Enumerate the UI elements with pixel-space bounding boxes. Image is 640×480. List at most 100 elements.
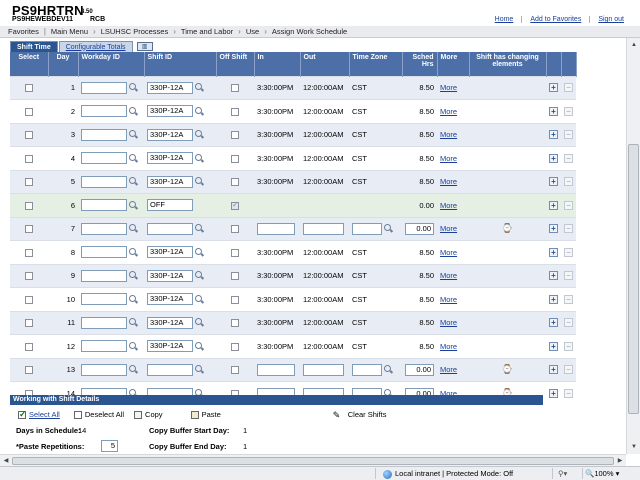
delete-row-icon[interactable]: − [564,83,573,93]
row-select-checkbox[interactable] [25,248,33,257]
scroll-down-icon[interactable]: ▼ [629,442,639,452]
deselect-all-label[interactable]: Deselect All [85,410,124,419]
shift-id-input[interactable] [147,363,193,376]
lookup-icon[interactable] [384,224,393,233]
delete-row-icon[interactable]: − [564,247,573,257]
row-select-checkbox[interactable] [25,272,33,281]
shift-id-input[interactable] [147,222,193,235]
delete-row-icon[interactable]: − [564,271,573,281]
off-shift-checkbox[interactable] [231,200,239,210]
select-all-button[interactable]: Select All [18,409,60,420]
lookup-icon[interactable] [129,365,138,374]
delete-row-icon[interactable]: − [564,294,573,304]
workday-id-input[interactable] [81,175,127,188]
off-shift-checkbox[interactable] [231,131,239,140]
clock-icon[interactable]: ⌚ [502,223,513,234]
lookup-icon[interactable] [195,365,204,374]
add-row-icon[interactable]: + [549,153,558,163]
row-select-checkbox[interactable] [25,225,33,234]
select-all-label[interactable]: Select All [29,410,60,419]
lookup-icon[interactable] [129,130,138,139]
lookup-icon[interactable] [129,177,138,186]
off-shift-checkbox[interactable] [231,272,239,281]
sign-out-link[interactable]: Sign out [589,16,632,23]
more-link[interactable]: More [440,295,457,304]
shift-id-input[interactable]: 330P-12A [147,293,193,306]
more-link[interactable]: More [440,83,457,92]
row-select-checkbox[interactable] [25,342,33,351]
row-select-checkbox[interactable] [25,107,33,116]
add-to-favorites-link[interactable]: Add to Favorites [521,16,589,23]
add-row-icon[interactable]: + [549,294,558,304]
delete-row-icon[interactable]: − [564,224,573,234]
clear-shifts-button[interactable]: ✎ Clear Shifts [333,410,387,419]
workday-id-input[interactable] [81,246,127,259]
lookup-icon[interactable] [129,318,138,327]
in-time-input[interactable] [257,222,295,235]
more-link[interactable]: More [440,318,457,327]
delete-row-icon[interactable]: − [564,389,573,398]
workday-id-input[interactable] [81,363,127,376]
shift-id-input[interactable]: OFF [147,199,193,212]
more-link[interactable]: More [440,224,457,233]
copy-label[interactable]: Copy [145,410,163,419]
add-row-icon[interactable]: + [549,318,558,328]
lookup-icon[interactable] [195,130,204,139]
protected-mode-icon[interactable]: ⚲▾ [558,469,567,478]
shift-id-input[interactable]: 330P-12A [147,175,193,188]
workday-id-input[interactable] [81,293,127,306]
clock-icon[interactable]: ⌚ [502,364,513,375]
add-row-icon[interactable]: + [549,247,558,257]
deselect-all-button[interactable]: Deselect All [73,410,124,419]
workday-id-input[interactable] [81,81,127,94]
workday-id-input[interactable] [81,105,127,118]
scroll-up-icon[interactable]: ▲ [629,40,639,50]
paste-repetitions-input[interactable]: 5 [101,440,118,452]
lookup-icon[interactable] [129,247,138,257]
row-select-checkbox[interactable] [25,131,33,140]
more-link[interactable]: More [440,130,457,139]
zoom-control[interactable]: 🔍100% ▾ [585,469,619,478]
lookup-icon[interactable] [195,341,204,351]
workday-id-input[interactable] [81,128,127,141]
lookup-icon[interactable] [195,294,204,304]
grid-expand-icon[interactable]: ▥ [136,42,153,51]
row-select-checkbox[interactable] [25,295,33,304]
more-link[interactable]: More [440,365,457,374]
lookup-icon[interactable] [195,83,204,92]
more-link[interactable]: More [440,154,457,163]
shift-id-input[interactable]: 330P-12A [147,105,193,118]
tab-shift-time[interactable]: Shift Time [10,41,58,52]
off-shift-checkbox[interactable] [231,366,239,375]
row-select-checkbox[interactable] [25,366,33,375]
add-row-icon[interactable]: + [549,130,558,140]
lookup-icon[interactable] [129,224,138,233]
add-row-icon[interactable]: + [549,83,558,93]
delete-row-icon[interactable]: − [564,153,573,163]
time-zone-input[interactable] [352,222,382,235]
lookup-icon[interactable] [195,247,204,257]
off-shift-checkbox[interactable] [231,248,239,257]
shift-id-input[interactable]: 330P-12A [147,269,193,282]
off-shift-checkbox[interactable] [231,84,239,93]
vertical-scrollbar[interactable]: ▲ ▼ [626,38,640,454]
lookup-icon[interactable] [195,271,204,280]
delete-row-icon[interactable]: − [564,200,573,210]
lookup-icon[interactable] [129,83,138,92]
off-shift-checkbox[interactable] [231,107,239,116]
off-shift-checkbox[interactable] [231,178,239,187]
lookup-icon[interactable] [129,271,138,280]
off-shift-checkbox[interactable] [231,295,239,304]
time-zone-input[interactable] [352,363,382,376]
shift-id-input[interactable]: 330P-12A [147,152,193,165]
lookup-icon[interactable] [195,106,204,116]
paste-button[interactable]: Paste [190,410,221,419]
add-row-icon[interactable]: + [549,341,558,351]
add-row-icon[interactable]: + [549,200,558,210]
shift-id-input[interactable]: 330P-12A [147,340,193,353]
scroll-right-icon[interactable]: ▶ [615,456,625,466]
delete-row-icon[interactable]: − [564,106,573,116]
out-time-input[interactable] [303,222,344,235]
off-shift-checkbox[interactable] [231,154,239,163]
more-link[interactable]: More [440,342,457,351]
